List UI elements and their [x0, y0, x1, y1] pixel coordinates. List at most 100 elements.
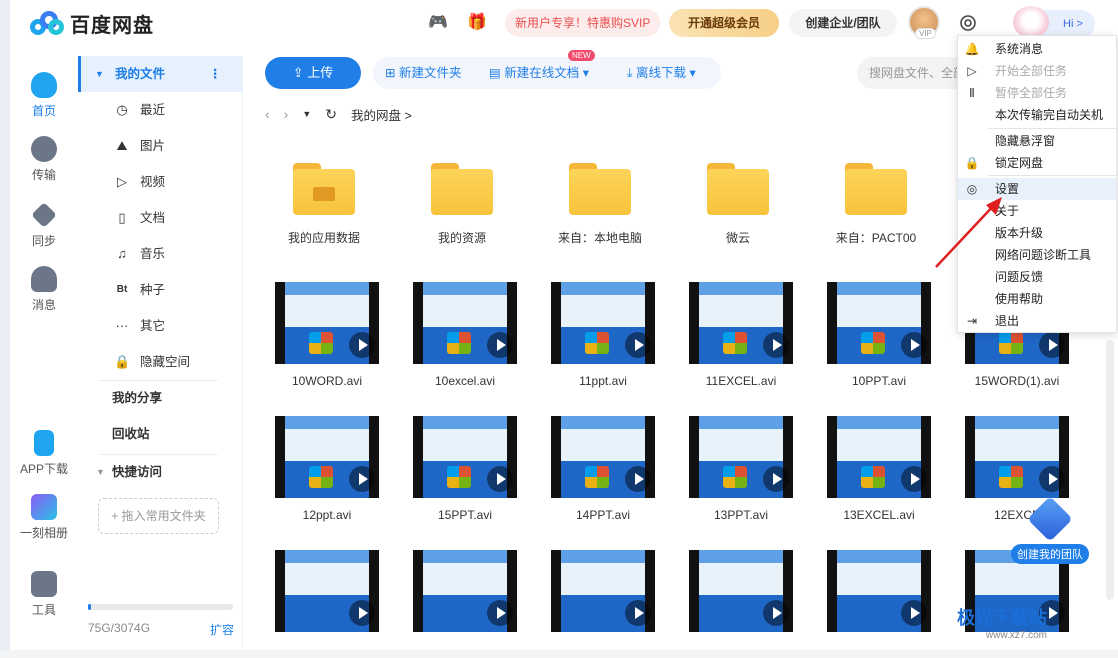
video-tile[interactable]: 10WORD.avi — [272, 282, 382, 388]
folder-plus-icon: ⊞ — [385, 66, 399, 80]
folder-tile[interactable]: 我的应用数据 — [269, 163, 379, 246]
folder-tile[interactable]: 来自：PACT00 — [821, 163, 931, 246]
svip-button[interactable]: 开通超级会员 — [669, 9, 779, 37]
sidebar-item-docs[interactable]: ▯ 文档 — [78, 200, 243, 236]
nav-sync[interactable]: 同步 — [10, 202, 78, 249]
sidebar-item-video[interactable]: ▷ 视频 — [78, 164, 243, 200]
video-tile[interactable] — [824, 550, 934, 632]
settings-dropdown-menu: 🔔 系统消息 ▷ 开始全部任务 Ⅱ 暂停全部任务 本次传输完自动关机 隐藏悬浮窗 🔒 锁… — [957, 35, 1117, 333]
nav-transfer[interactable]: 传输 — [10, 136, 78, 183]
folder-tile[interactable]: 来自：本地电脑 — [545, 163, 655, 246]
left-nav: 首页 传输 同步 消息 APP下载 一刻相册 工具 — [10, 56, 78, 650]
sidebar-item-label: 其它 — [140, 319, 166, 333]
video-tile[interactable] — [686, 550, 796, 632]
taskbar-strip — [0, 650, 1118, 658]
folder-tile[interactable]: 我的资源 — [407, 163, 517, 246]
sidebar-item-recent[interactable]: ◷ 最近 — [78, 92, 243, 128]
video-tile[interactable]: 10excel.avi — [410, 282, 520, 388]
video-thumbnail — [413, 550, 517, 632]
play-icon — [1039, 332, 1065, 358]
nav-home[interactable]: 首页 — [10, 72, 78, 119]
refresh-icon[interactable]: ↻ — [325, 106, 337, 123]
play-icon — [763, 332, 789, 358]
settings-gear-icon[interactable] — [957, 12, 979, 34]
sidebar-recycle-label: 回收站 — [112, 427, 150, 441]
video-name: 11EXCEL.avi — [705, 374, 777, 388]
tools-grid-icon — [31, 571, 57, 597]
video-tile[interactable] — [410, 550, 520, 632]
play-icon — [901, 332, 927, 358]
folder-name: 我的资源 — [437, 231, 486, 245]
sidebar-item-torrent[interactable]: Bt 种子 — [78, 272, 243, 308]
play-icon — [349, 466, 375, 492]
sync-icon — [31, 202, 57, 228]
menu-item-label: 隐藏悬浮窗 — [995, 134, 1056, 148]
video-tile[interactable]: 15PPT.avi — [410, 416, 520, 522]
menu-item-help[interactable]: 使用帮助 — [958, 288, 1116, 310]
drag-folder-dropzone[interactable]: + 拖入常用文件夹 — [98, 498, 219, 534]
gift-icon[interactable]: 🎁 — [466, 12, 488, 34]
menu-item-hide-float[interactable]: 隐藏悬浮窗 — [958, 130, 1116, 152]
more-icon[interactable]: ⋮ — [209, 56, 222, 92]
menu-item-label: 开始全部任务 — [995, 64, 1068, 78]
video-tile[interactable] — [548, 550, 658, 632]
sidebar-item-images[interactable]: ⛰ 图片 — [78, 128, 243, 164]
sidebar-item-label: 视频 — [140, 175, 166, 189]
video-name: 13EXCEL.avi — [843, 508, 915, 522]
sidebar-item-label: 文档 — [140, 211, 166, 225]
menu-item-start-all[interactable]: ▷ 开始全部任务 — [958, 60, 1116, 82]
forward-arrow-icon[interactable]: › — [284, 106, 289, 122]
menu-item-system-messages[interactable]: 🔔 系统消息 — [958, 38, 1116, 60]
assistant-avatar[interactable] — [1013, 6, 1049, 38]
scrollbar[interactable] — [1106, 340, 1114, 600]
sidebar-my-files[interactable]: ▼ 我的文件 ⋮ — [78, 56, 243, 92]
video-tile[interactable]: 13PPT.avi — [686, 416, 796, 522]
video-thumbnail — [689, 550, 793, 632]
menu-item-pause-all[interactable]: Ⅱ 暂停全部任务 — [958, 82, 1116, 104]
video-thumbnail — [827, 550, 931, 632]
video-tile[interactable]: 12ppt.avi — [272, 416, 382, 522]
back-arrow-icon[interactable]: ‹ — [265, 106, 270, 122]
sidebar-item-hidden-space[interactable]: 🔒 隐藏空间 — [78, 344, 243, 380]
video-tile[interactable]: 13EXCEL.avi — [824, 416, 934, 522]
sidebar-item-other[interactable]: ··· 其它 — [78, 308, 243, 344]
new-online-doc-button[interactable]: ▤ 新建在线文档 ▾ — [489, 57, 589, 89]
breadcrumb-current[interactable]: 我的网盘 > — [351, 105, 412, 124]
promo-banner[interactable]: 新用户专享！特惠购SVIP — [505, 9, 661, 37]
exit-icon: ⇥ — [966, 314, 978, 328]
nav-tools[interactable]: 工具 — [10, 571, 78, 618]
create-team-button[interactable]: 创建企业/团队 — [789, 9, 897, 37]
transfer-icon — [31, 136, 57, 162]
sidebar-my-share[interactable]: 我的分享 — [78, 380, 243, 416]
video-thumbnail — [827, 282, 931, 364]
video-thumbnail — [827, 416, 931, 498]
nav-app-download[interactable]: APP下载 — [10, 430, 78, 477]
play-icon — [625, 600, 651, 626]
folder-name: 来自：PACT00 — [835, 231, 917, 245]
video-tile[interactable]: 10PPT.avi — [824, 282, 934, 388]
menu-item-lock[interactable]: 🔒 锁定网盘 — [958, 152, 1116, 174]
menu-item-exit[interactable]: ⇥ 退出 — [958, 310, 1116, 332]
video-tile[interactable]: 11EXCEL.avi — [686, 282, 796, 388]
new-folder-button[interactable]: ⊞ 新建文件夹 — [385, 57, 461, 89]
video-name: 10excel.avi — [434, 374, 496, 388]
upload-button[interactable]: ⇪ 上传 — [265, 57, 361, 89]
nav-messages[interactable]: 消息 — [10, 266, 78, 313]
video-tile[interactable]: 11ppt.avi — [548, 282, 658, 388]
nav-album[interactable]: 一刻相册 — [10, 494, 78, 541]
sidebar-item-music[interactable]: ♫ 音乐 — [78, 236, 243, 272]
game-controller-icon[interactable]: 🎮 — [427, 12, 449, 34]
sidebar-quick-access[interactable]: ▼ 快捷访问 — [78, 454, 243, 490]
expand-storage-link[interactable]: 扩容 — [210, 621, 234, 638]
create-team-float[interactable]: 创建我的团队 — [1010, 496, 1090, 564]
sidebar-recycle[interactable]: 回收站 — [78, 416, 243, 452]
bell-icon: 🔔 — [964, 42, 980, 56]
folder-tile[interactable]: 微云 — [683, 163, 793, 246]
video-tile[interactable] — [272, 550, 382, 632]
chevron-down-icon: ▾ — [579, 66, 590, 80]
offline-download-button[interactable]: ⤓ 离线下载 ▾ — [627, 57, 696, 89]
video-tile[interactable]: 14PPT.avi — [548, 416, 658, 522]
toolbar-group: ⊞ 新建文件夹 ▤ 新建在线文档 ▾ NEW ⤓ 离线下载 ▾ — [373, 50, 721, 89]
menu-item-auto-shutdown[interactable]: 本次传输完自动关机 — [958, 104, 1116, 126]
caret-down-icon[interactable]: ▼ — [302, 109, 311, 119]
